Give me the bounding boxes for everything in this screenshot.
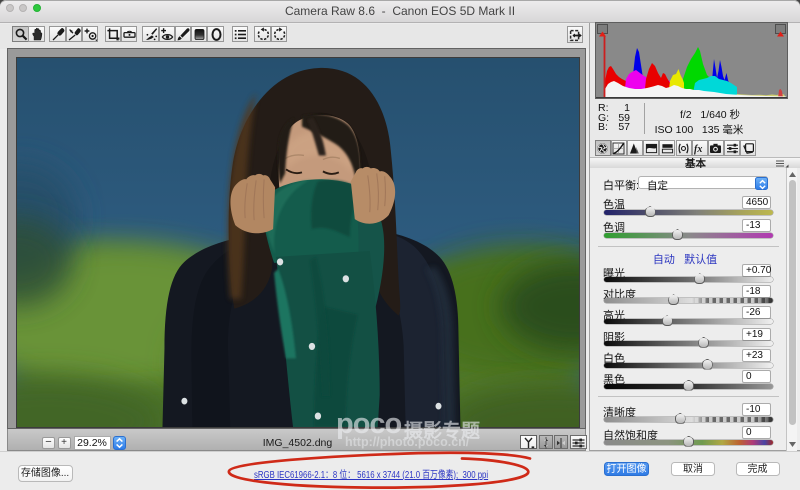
svg-text:fx: fx [694, 144, 702, 155]
